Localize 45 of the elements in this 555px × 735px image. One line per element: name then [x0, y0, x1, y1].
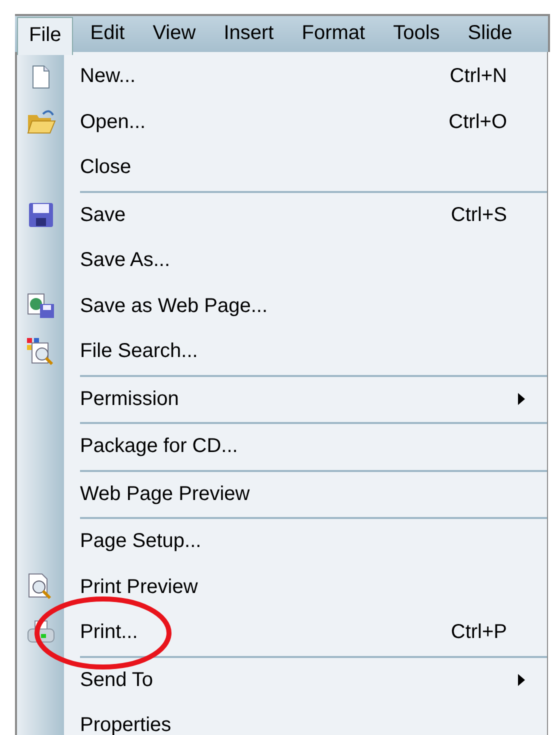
- menu-bar-item[interactable]: Edit: [79, 16, 136, 52]
- menu-item[interactable]: Web Page Preview: [64, 472, 547, 517]
- menu-bar-item[interactable]: File: [17, 16, 74, 54]
- menu-item-label: Print Preview: [80, 576, 198, 599]
- menu-item[interactable]: Save as Web Page...: [64, 284, 547, 329]
- menu-item-label: Save as Web Page...: [80, 294, 268, 318]
- menu-item-label: Save: [80, 204, 126, 227]
- submenu-arrow-icon: [518, 674, 525, 686]
- folder-icon: [26, 109, 56, 136]
- file-search-icon: [26, 336, 56, 367]
- menu-item-label: File Search...: [80, 340, 198, 364]
- shortcut-label: Ctrl+O: [448, 110, 507, 134]
- menu-item-label: New...: [80, 65, 136, 88]
- menu-item-label: Open...: [80, 110, 146, 134]
- globe-disk-icon: [26, 292, 56, 320]
- menu-item[interactable]: Print Preview: [64, 564, 547, 610]
- menu-item[interactable]: Save As...: [64, 238, 547, 284]
- menu-bar-item[interactable]: Tools: [382, 16, 451, 52]
- menu-bar-item[interactable]: Format: [290, 16, 376, 52]
- menu-item[interactable]: Page Setup...: [64, 519, 547, 564]
- submenu-arrow-icon: [518, 393, 525, 406]
- menu-item-label: Save As...: [80, 249, 170, 272]
- menu-item-label: Close: [80, 156, 132, 180]
- menu-item[interactable]: New... Ctrl+N: [64, 54, 547, 100]
- menu-bar-item[interactable]: View: [142, 16, 207, 52]
- menu-item-label: Send To: [80, 668, 154, 692]
- menu-item-label: Web Page Preview: [80, 482, 250, 506]
- menu-item[interactable]: Save Ctrl+S: [64, 192, 547, 238]
- menu-item[interactable]: Print... Ctrl+P: [64, 610, 547, 656]
- menu-item-label: Print...: [80, 621, 138, 644]
- menu-item-label: Package for CD...: [80, 435, 238, 458]
- menu-item[interactable]: Close: [64, 145, 547, 190]
- menu-item[interactable]: Send To: [64, 658, 547, 703]
- menu-item[interactable]: Open... Ctrl+O: [64, 100, 547, 145]
- blank-document-icon: [32, 64, 50, 89]
- menu-item[interactable]: File Search...: [64, 329, 547, 374]
- shortcut-label: Ctrl+N: [450, 65, 507, 88]
- menu-bar-item[interactable]: Slide: [456, 16, 524, 52]
- menu-item[interactable]: Package for CD...: [64, 424, 547, 470]
- menu-item[interactable]: Permission: [64, 376, 547, 422]
- menu-item-label: Page Setup...: [80, 530, 202, 554]
- shortcut-label: Ctrl+P: [450, 621, 507, 644]
- shortcut-label: Ctrl+S: [450, 204, 507, 227]
- menu-bar-item[interactable]: Insert: [212, 16, 285, 52]
- menu-item-label: Permission: [80, 388, 179, 411]
